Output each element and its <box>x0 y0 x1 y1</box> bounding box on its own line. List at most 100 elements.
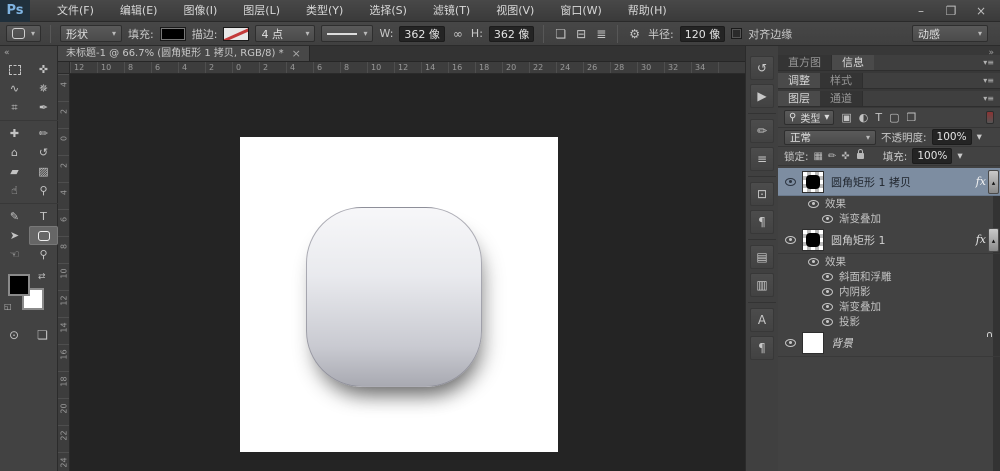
scrollbar[interactable] <box>993 168 1000 471</box>
menu-item-edit[interactable]: 编辑(E) <box>107 0 171 22</box>
visibility-eye-icon[interactable] <box>822 303 833 311</box>
panel-menu-icon[interactable]: ▾≡ <box>983 73 1000 88</box>
chevron-down-icon[interactable]: ▾ <box>957 150 962 162</box>
path-operations-icon[interactable]: ❏ <box>553 27 568 41</box>
tab-info[interactable]: 信息 <box>832 55 874 70</box>
layer-thumbnail[interactable] <box>802 171 824 193</box>
vertical-ruler-numbers[interactable]: 420246810121416182022242628 <box>58 74 70 471</box>
visibility-eye-icon[interactable] <box>808 200 819 208</box>
tab-styles[interactable]: 样式 <box>820 73 863 88</box>
filter-pixel-layers-icon[interactable]: ▣ <box>841 111 851 124</box>
tool-lasso[interactable]: ∿ <box>0 79 29 98</box>
tool-move[interactable]: ✜ <box>29 60 58 79</box>
fx-badge[interactable]: fx <box>976 233 986 246</box>
effect-inner-shadow[interactable]: 内阴影 <box>778 284 1000 299</box>
tool-eyedropper[interactable]: ✒ <box>29 98 58 117</box>
tool-pen[interactable]: ✎ <box>0 207 29 226</box>
tool-path-selection[interactable]: ➤ <box>0 226 29 245</box>
close-button[interactable]: × <box>968 1 994 21</box>
link-dimensions-icon[interactable]: ∞ <box>451 27 465 41</box>
menu-item-layer[interactable]: 图层(L) <box>230 0 293 22</box>
document-canvas[interactable] <box>240 137 558 452</box>
tool-brush[interactable]: ✏ <box>29 124 58 143</box>
menu-item-view[interactable]: 视图(V) <box>483 0 547 22</box>
fill-field[interactable]: 100% <box>912 148 952 164</box>
tool-hand[interactable]: ☜ <box>0 245 29 264</box>
menu-item-file[interactable]: 文件(F) <box>44 0 107 22</box>
effects-header[interactable]: 效果 <box>778 254 1000 269</box>
foreground-color-swatch[interactable] <box>8 274 30 296</box>
visibility-eye-icon[interactable] <box>822 288 833 296</box>
effects-header[interactable]: 效果 <box>778 196 1000 211</box>
tab-adjustments[interactable]: 调整 <box>778 73 820 88</box>
tool-type[interactable]: T <box>29 207 58 226</box>
menu-item-filter[interactable]: 滤镜(T) <box>420 0 483 22</box>
visibility-eye-icon[interactable] <box>785 339 796 347</box>
default-colors-icon[interactable]: ◱ <box>4 302 12 311</box>
layer-row-rounded-rect[interactable]: 圆角矩形 1 fx ▴ <box>778 226 1000 254</box>
tool-rectangular-marquee[interactable] <box>0 60 29 79</box>
stroke-width-dropdown[interactable]: 4 点 ▾ <box>255 25 315 42</box>
collapse-effects-button[interactable]: ▴ <box>988 170 999 194</box>
fx-badge[interactable]: fx <box>976 175 986 188</box>
align-edges-checkbox[interactable] <box>731 28 742 39</box>
layer-row-background[interactable]: 背景 <box>778 329 1000 357</box>
panel-icon-paragraph[interactable]: ¶ <box>750 210 774 234</box>
menu-item-help[interactable]: 帮助(H) <box>615 0 680 22</box>
tool-zoom[interactable]: ⚲ <box>29 245 58 264</box>
lock-position-icon[interactable]: ✜ <box>841 151 849 162</box>
panel-icon-clone-source[interactable]: ⊡ <box>750 182 774 206</box>
filter-kind-dropdown[interactable]: ⚲ 类型 ▾ <box>784 110 834 125</box>
visibility-eye-icon[interactable] <box>822 273 833 281</box>
minimize-button[interactable]: – <box>908 1 934 21</box>
workspace-switcher[interactable]: 动感 ▾ <box>912 25 988 42</box>
horizontal-ruler-numbers[interactable]: 121086420246810121416182022242628303234 <box>70 62 745 74</box>
panel-icon-layer-comps[interactable]: ▤ <box>750 245 774 269</box>
blend-mode-dropdown[interactable]: 正常 ▾ <box>784 130 876 145</box>
visibility-eye-icon[interactable] <box>822 215 833 223</box>
tool-mode-dropdown[interactable]: 形状 ▾ <box>60 25 122 42</box>
shape-width-field[interactable]: 362 像 <box>399 26 445 42</box>
panel-icon-brush[interactable]: ✏ <box>750 119 774 143</box>
tool-rounded-rectangle[interactable] <box>29 226 58 245</box>
panel-icon-actions[interactable]: ▶ <box>750 84 774 108</box>
menu-item-window[interactable]: 窗口(W) <box>547 0 614 22</box>
collapse-effects-button[interactable]: ▴ <box>988 228 999 252</box>
visibility-eye-icon[interactable] <box>808 258 819 266</box>
menu-item-select[interactable]: 选择(S) <box>356 0 420 22</box>
path-alignment-icon[interactable]: ⊟ <box>574 27 588 41</box>
tool-eraser[interactable]: ▰ <box>0 162 29 181</box>
screen-mode-icon[interactable]: ❏ <box>37 328 48 342</box>
tool-spot-healing-brush[interactable]: ✚ <box>0 124 29 143</box>
tool-preset-button[interactable]: ▾ <box>6 25 41 42</box>
chevron-down-icon[interactable]: ▾ <box>977 131 982 143</box>
effect-bevel-emboss[interactable]: 斜面和浮雕 <box>778 269 1000 284</box>
opacity-field[interactable]: 100% <box>932 129 972 145</box>
lock-all-icon[interactable] <box>857 153 864 159</box>
lock-paint-icon[interactable]: ✏ <box>828 151 836 162</box>
swap-colors-icon[interactable]: ⇄ <box>38 272 46 282</box>
corner-radius-field[interactable]: 120 像 <box>680 26 726 42</box>
collapse-toolbar-icon[interactable]: « <box>0 46 57 60</box>
gear-icon[interactable]: ⚙ <box>627 27 642 41</box>
path-arrangement-icon[interactable]: ≣ <box>594 27 608 41</box>
tab-histogram[interactable]: 直方图 <box>778 55 832 70</box>
document-tab[interactable]: 未标题-1 @ 66.7% (圆角矩形 1 拷贝, RGB/8) * × <box>58 46 310 61</box>
effect-drop-shadow[interactable]: 投影 <box>778 314 1000 329</box>
tool-gradient[interactable]: ▨ <box>29 162 58 181</box>
shape-height-field[interactable]: 362 像 <box>489 26 535 42</box>
tool-history-brush[interactable]: ↺ <box>29 143 58 162</box>
stroke-type-dropdown[interactable]: ▾ <box>321 25 373 42</box>
tool-magic-wand[interactable]: ✵ <box>29 79 58 98</box>
restore-button[interactable]: ❐ <box>938 1 964 21</box>
close-tab-icon[interactable]: × <box>292 46 301 62</box>
filter-type-layers-icon[interactable]: T <box>875 111 882 124</box>
tool-clone-stamp[interactable]: ⌂ <box>0 143 29 162</box>
effect-gradient-overlay[interactable]: 渐变叠加 <box>778 211 1000 226</box>
panel-icon-properties[interactable]: ▥ <box>750 273 774 297</box>
panel-icon-brush-presets[interactable]: ≡ <box>750 147 774 171</box>
visibility-eye-icon[interactable] <box>822 318 833 326</box>
panel-icon-character[interactable]: A <box>750 308 774 332</box>
filter-smart-objects-icon[interactable]: ❐ <box>907 111 917 124</box>
panel-icon-paragraph-styles[interactable]: ¶ <box>750 336 774 360</box>
